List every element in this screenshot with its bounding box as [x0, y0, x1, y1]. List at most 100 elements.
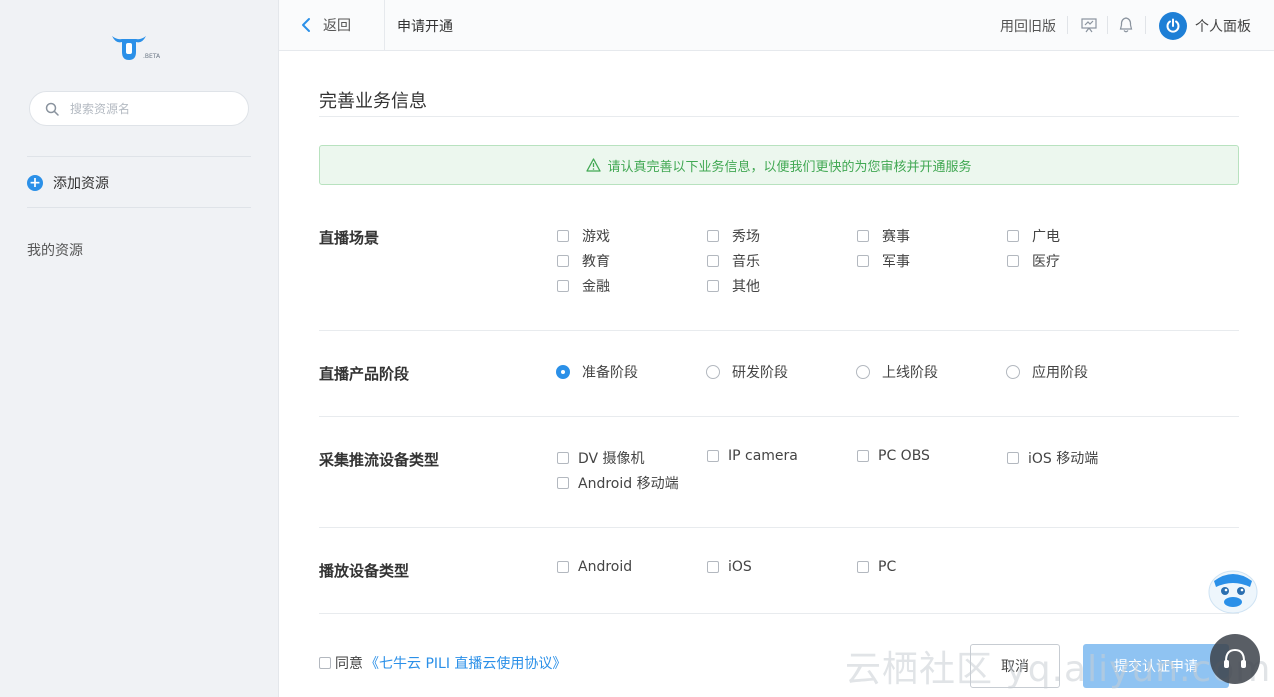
- capture-option[interactable]: PC OBS: [857, 448, 930, 464]
- option-label: 赛事: [882, 229, 910, 245]
- option-label: PC: [878, 559, 897, 575]
- chatbot-mascot-icon[interactable]: [1206, 565, 1260, 615]
- checkbox[interactable]: [1007, 255, 1019, 267]
- checkbox[interactable]: [1007, 230, 1019, 242]
- playback-device-label: 播放设备类型: [319, 562, 410, 580]
- option-label: 广电: [1032, 229, 1060, 245]
- playback-option[interactable]: iOS: [707, 559, 752, 575]
- checkbox[interactable]: [707, 561, 719, 573]
- row-divider: [319, 527, 1239, 528]
- stage-option[interactable]: 研发阶段: [706, 362, 788, 382]
- checkbox[interactable]: [557, 477, 569, 489]
- add-resource-button[interactable]: + 添加资源: [27, 172, 109, 194]
- checkbox[interactable]: [557, 280, 569, 292]
- capture-option[interactable]: iOS 移动端: [1007, 448, 1098, 468]
- topbar-divider: [1067, 16, 1068, 34]
- headset-icon: [1224, 648, 1246, 668]
- topbar-divider: [384, 0, 385, 51]
- agreement-checkbox[interactable]: [319, 657, 331, 669]
- personal-panel-label: 个人面板: [1195, 19, 1251, 35]
- top-bar: 返回 申请开通 用回旧版 个人面板: [279, 0, 1274, 51]
- scene-option[interactable]: 金融: [557, 276, 610, 296]
- option-label: 医疗: [1032, 254, 1060, 270]
- checkbox[interactable]: [557, 255, 569, 267]
- checkbox[interactable]: [707, 450, 719, 462]
- checkbox[interactable]: [857, 561, 869, 573]
- old-version-link[interactable]: 用回旧版: [1000, 16, 1056, 36]
- option-label: Android: [578, 559, 633, 575]
- capture-option[interactable]: Android 移动端: [557, 473, 679, 493]
- scene-option[interactable]: 医疗: [1007, 251, 1060, 271]
- scene-option[interactable]: 音乐: [707, 251, 760, 271]
- playback-option[interactable]: PC: [857, 559, 896, 575]
- row-divider: [319, 416, 1239, 417]
- checkbox[interactable]: [857, 450, 869, 462]
- qiniu-logo-icon[interactable]: .BETA: [108, 30, 172, 64]
- search-box[interactable]: [29, 91, 249, 126]
- scene-option[interactable]: 广电: [1007, 226, 1060, 246]
- search-input[interactable]: [70, 100, 240, 118]
- checkbox[interactable]: [557, 230, 569, 242]
- capture-option[interactable]: DV 摄像机: [557, 448, 645, 468]
- capture-option[interactable]: IP camera: [707, 448, 798, 464]
- warning-icon: [586, 158, 602, 172]
- add-resource-label: 添加资源: [53, 176, 109, 192]
- checkbox[interactable]: [707, 280, 719, 292]
- checkbox[interactable]: [557, 561, 569, 573]
- topbar-divider: [1145, 16, 1146, 34]
- live-scene-label: 直播场景: [319, 229, 380, 247]
- personal-panel-button[interactable]: 个人面板: [1159, 12, 1251, 40]
- option-label: 教育: [582, 254, 610, 270]
- stage-option[interactable]: 上线阶段: [856, 362, 938, 382]
- topbar-divider: [1107, 16, 1108, 34]
- option-label: 研发阶段: [732, 365, 788, 381]
- scene-option[interactable]: 军事: [857, 251, 910, 271]
- option-label: 其他: [732, 279, 760, 295]
- scene-option[interactable]: 赛事: [857, 226, 910, 246]
- option-label: iOS 移动端: [1028, 451, 1099, 467]
- scene-option[interactable]: 其他: [707, 276, 760, 296]
- title-divider: [319, 116, 1239, 117]
- power-icon: [1159, 12, 1187, 40]
- plus-circle-icon: +: [27, 175, 43, 191]
- checkbox[interactable]: [707, 230, 719, 242]
- option-label: IP camera: [728, 448, 798, 464]
- scene-option[interactable]: 游戏: [557, 226, 610, 246]
- radio[interactable]: [706, 365, 720, 379]
- bell-icon[interactable]: [1117, 16, 1135, 34]
- option-label: 秀场: [732, 229, 760, 245]
- stage-option[interactable]: 应用阶段: [1006, 362, 1088, 382]
- stage-option[interactable]: 准备阶段: [556, 362, 638, 382]
- option-label: 游戏: [582, 229, 610, 245]
- radio-selected[interactable]: [556, 365, 570, 379]
- option-label: iOS: [728, 559, 752, 575]
- checkbox[interactable]: [707, 255, 719, 267]
- cancel-button[interactable]: 取消: [970, 644, 1060, 688]
- back-label: 返回: [323, 18, 351, 34]
- option-label: 金融: [582, 279, 610, 295]
- customer-support-button[interactable]: [1210, 634, 1260, 684]
- option-label: 应用阶段: [1032, 365, 1088, 381]
- playback-option[interactable]: Android: [557, 559, 632, 575]
- checkbox[interactable]: [1007, 452, 1019, 464]
- submit-button[interactable]: 提交认证申请: [1083, 644, 1229, 688]
- agreement-row: 同意 《七牛云 PILI 直播云使用协议》: [319, 653, 566, 673]
- checkbox[interactable]: [557, 452, 569, 464]
- presentation-icon[interactable]: [1080, 16, 1098, 34]
- sidebar-divider: [27, 207, 251, 208]
- sidebar-item-my-resources[interactable]: 我的资源: [27, 240, 83, 260]
- notice-text: 请认真完善以下业务信息，以便我们更快的为您审核并开通服务: [607, 159, 972, 175]
- back-button[interactable]: 返回: [301, 14, 351, 36]
- checkbox[interactable]: [857, 230, 869, 242]
- row-divider: [319, 613, 1239, 614]
- scene-option[interactable]: 秀场: [707, 226, 760, 246]
- radio[interactable]: [1006, 365, 1020, 379]
- option-label: Android 移动端: [578, 476, 679, 492]
- radio[interactable]: [856, 365, 870, 379]
- chevron-left-icon: [302, 18, 310, 32]
- agree-label: 同意: [335, 656, 363, 672]
- checkbox[interactable]: [857, 255, 869, 267]
- search-icon: [45, 102, 59, 116]
- scene-option[interactable]: 教育: [557, 251, 610, 271]
- agreement-link[interactable]: 《七牛云 PILI 直播云使用协议》: [365, 653, 566, 673]
